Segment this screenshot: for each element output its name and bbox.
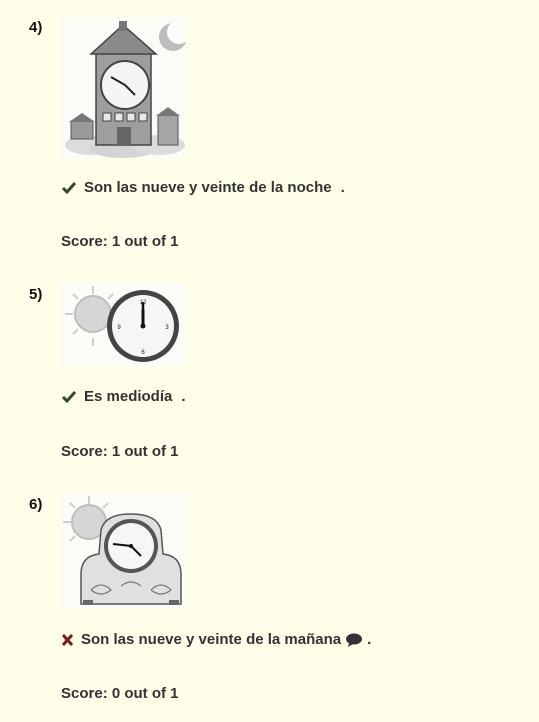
answer-punctuation: . [340, 179, 345, 196]
answer-text: Es mediodía [84, 388, 173, 405]
answer-punctuation: . [181, 388, 186, 405]
answer-line: Son las nueve y veinte de la mañana . [61, 631, 371, 648]
answer-line: Son las nueve y veinte de la noche . [61, 179, 345, 196]
cross-icon [61, 633, 74, 646]
clock-tower-night-image [61, 17, 186, 158]
score-text: Score: 1 out of 1 [61, 443, 179, 460]
question-number: 6) [29, 496, 43, 513]
check-icon [61, 390, 77, 403]
score-text: Score: 1 out of 1 [61, 233, 179, 250]
question-number: 4) [29, 19, 43, 36]
sun-mantel-clock-image [61, 494, 186, 608]
answer-text: Son las nueve y veinte de la noche [84, 179, 332, 196]
sun-clock-noon-image: 123 69 [61, 284, 186, 366]
check-icon [61, 181, 77, 194]
answer-text: Son las nueve y veinte de la mañana [81, 631, 342, 648]
score-text: Score: 0 out of 1 [61, 685, 179, 702]
answer-punctuation: . [367, 631, 372, 648]
answer-line: Es mediodía . [61, 388, 186, 405]
svg-text:12: 12 [140, 300, 147, 306]
comment-icon[interactable] [345, 633, 363, 647]
question-number: 5) [29, 286, 43, 303]
